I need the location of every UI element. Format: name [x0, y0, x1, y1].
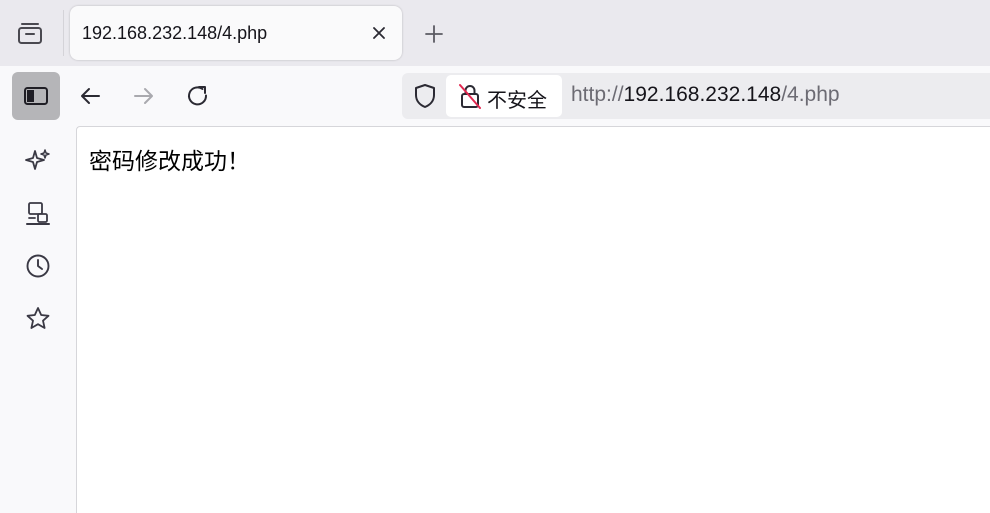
insecure-lock-icon [459, 84, 481, 109]
arrow-right-icon [134, 88, 153, 104]
page-message: 密码修改成功！ [89, 149, 250, 175]
close-icon [373, 27, 385, 39]
forward-button[interactable] [128, 80, 160, 112]
ai-sparkle-icon [25, 149, 50, 170]
sidebar-toggle-icon [24, 87, 48, 105]
sidebar-toggle-button[interactable] [12, 72, 60, 120]
back-button[interactable] [74, 80, 106, 112]
reload-icon [188, 86, 208, 106]
arrow-left-icon [81, 88, 100, 104]
tab-title: 192.168.232.148/4.php [82, 23, 268, 43]
tab-strip: 192.168.232.148/4.php [0, 0, 990, 66]
sidebar-item-ai-chatbot[interactable] [23, 146, 53, 176]
connection-security-indicator[interactable]: 不安全 [446, 75, 562, 117]
shield-icon [415, 84, 435, 108]
plus-icon [425, 25, 443, 43]
sidebar [0, 126, 76, 513]
navigation-toolbar: 不安全 http://192.168.232.148/4.php [0, 66, 990, 126]
url-host: 192.168.232.148 [623, 83, 782, 106]
sidebar-item-bookmarks[interactable] [23, 304, 53, 334]
bookmark-star-icon [26, 307, 50, 329]
tab-close-button[interactable] [368, 22, 390, 44]
address-bar[interactable]: 不安全 http://192.168.232.148/4.php [402, 73, 990, 119]
history-clock-icon [26, 254, 50, 278]
sidebar-item-history[interactable] [23, 251, 53, 281]
page-content: 密码修改成功！ [76, 126, 990, 513]
synced-devices-icon [26, 202, 50, 225]
new-tab-button[interactable] [420, 20, 448, 48]
tracking-protection-button[interactable] [412, 83, 438, 109]
reload-button[interactable] [182, 80, 214, 112]
insecure-label: 不安全 [487, 88, 547, 112]
sidebar-item-synced-tabs[interactable] [23, 199, 53, 229]
url-path: /4.php [781, 83, 840, 106]
tab-strip-divider [63, 10, 64, 56]
tab-overview-icon [18, 23, 42, 44]
url-text[interactable]: http://192.168.232.148/4.php [571, 83, 840, 107]
tab-active[interactable]: 192.168.232.148/4.php [70, 6, 402, 60]
url-scheme: http:// [571, 83, 624, 106]
tab-overview-button[interactable] [10, 13, 50, 53]
